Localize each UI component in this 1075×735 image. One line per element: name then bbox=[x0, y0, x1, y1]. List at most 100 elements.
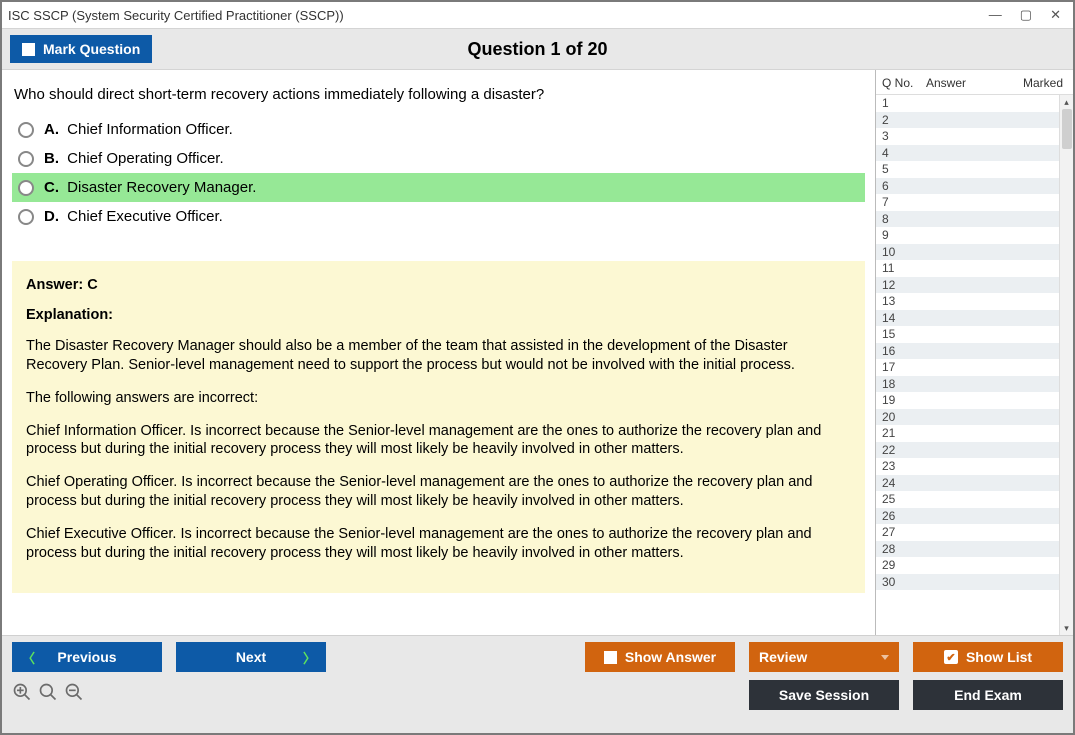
review-button[interactable]: Review bbox=[749, 642, 899, 672]
chevron-right-icon: 〉 bbox=[303, 648, 316, 667]
scroll-thumb[interactable] bbox=[1062, 109, 1072, 149]
question-list-row[interactable]: 6 bbox=[876, 178, 1059, 195]
previous-button[interactable]: 〈 Previous bbox=[12, 642, 162, 672]
next-label: Next bbox=[236, 649, 266, 665]
radio-icon bbox=[18, 180, 34, 196]
question-list-wrap: 1234567891011121314151617181920212223242… bbox=[876, 95, 1073, 635]
previous-label: Previous bbox=[57, 649, 116, 665]
show-list-check-icon: ✔ bbox=[944, 650, 958, 664]
question-list-row[interactable]: 30 bbox=[876, 574, 1059, 591]
question-list-row[interactable]: 15 bbox=[876, 326, 1059, 343]
window-title: ISC SSCP (System Security Certified Prac… bbox=[8, 8, 989, 23]
show-answer-checkbox-icon bbox=[604, 651, 617, 664]
question-list-row[interactable]: 21 bbox=[876, 425, 1059, 442]
show-list-button[interactable]: ✔ Show List bbox=[913, 642, 1063, 672]
question-list-row[interactable]: 17 bbox=[876, 359, 1059, 376]
question-list-row[interactable]: 14 bbox=[876, 310, 1059, 327]
option-row-B[interactable]: B. Chief Operating Officer. bbox=[12, 144, 865, 173]
col-qno: Q No. bbox=[882, 76, 926, 90]
maximize-icon[interactable]: ▢ bbox=[1020, 7, 1032, 23]
option-row-C[interactable]: C. Disaster Recovery Manager. bbox=[12, 173, 865, 202]
question-list[interactable]: 1234567891011121314151617181920212223242… bbox=[876, 95, 1059, 635]
mark-checkbox-icon bbox=[22, 43, 35, 56]
question-list-row[interactable]: 12 bbox=[876, 277, 1059, 294]
question-list-row[interactable]: 13 bbox=[876, 293, 1059, 310]
scroll-down-icon[interactable]: ▾ bbox=[1060, 621, 1073, 635]
question-list-row[interactable]: 28 bbox=[876, 541, 1059, 558]
answer-panel: Answer: C Explanation: The Disaster Reco… bbox=[12, 261, 865, 593]
question-list-row[interactable]: 4 bbox=[876, 145, 1059, 162]
review-label: Review bbox=[759, 649, 807, 665]
scrollbar[interactable]: ▴ ▾ bbox=[1059, 95, 1073, 635]
radio-icon bbox=[18, 209, 34, 225]
question-list-row[interactable]: 23 bbox=[876, 458, 1059, 475]
question-list-row[interactable]: 10 bbox=[876, 244, 1059, 261]
save-session-button[interactable]: Save Session bbox=[749, 680, 899, 710]
question-list-row[interactable]: 7 bbox=[876, 194, 1059, 211]
footer-row-2: Save Session End Exam bbox=[12, 680, 1063, 710]
radio-icon bbox=[18, 151, 34, 167]
dropdown-icon bbox=[881, 655, 889, 660]
main-panel: Who should direct short-term recovery ac… bbox=[2, 70, 875, 635]
radio-icon bbox=[18, 122, 34, 138]
explanation-label: Explanation: bbox=[26, 307, 851, 323]
show-list-label: Show List bbox=[966, 649, 1032, 665]
toolbar: Mark Question Question 1 of 20 bbox=[2, 28, 1073, 70]
question-list-row[interactable]: 20 bbox=[876, 409, 1059, 426]
question-text: Who should direct short-term recovery ac… bbox=[12, 80, 865, 115]
explanation-paragraph: The Disaster Recovery Manager should als… bbox=[26, 337, 851, 375]
save-session-label: Save Session bbox=[779, 687, 869, 703]
scroll-up-icon[interactable]: ▴ bbox=[1060, 95, 1073, 109]
end-exam-label: End Exam bbox=[954, 687, 1022, 703]
explanation-paragraph: Chief Executive Officer. Is incorrect be… bbox=[26, 525, 851, 563]
explanation-paragraph: Chief Operating Officer. Is incorrect be… bbox=[26, 473, 851, 511]
option-text: C. Disaster Recovery Manager. bbox=[44, 179, 256, 196]
question-list-panel: Q No. Answer Marked 12345678910111213141… bbox=[875, 70, 1073, 635]
minimize-icon[interactable]: — bbox=[989, 7, 1002, 23]
answer-line: Answer: C bbox=[26, 277, 851, 293]
question-list-row[interactable]: 24 bbox=[876, 475, 1059, 492]
chevron-left-icon: 〈 bbox=[22, 648, 35, 667]
footer-row-1: 〈 Previous Next 〉 Show Answer Review ✔ S… bbox=[12, 642, 1063, 672]
question-list-row[interactable]: 25 bbox=[876, 491, 1059, 508]
close-icon[interactable]: ✕ bbox=[1050, 7, 1061, 23]
option-text: B. Chief Operating Officer. bbox=[44, 150, 224, 167]
question-list-row[interactable]: 26 bbox=[876, 508, 1059, 525]
body: Who should direct short-term recovery ac… bbox=[2, 70, 1073, 635]
mark-question-label: Mark Question bbox=[43, 41, 140, 57]
explanation-body: The Disaster Recovery Manager should als… bbox=[26, 337, 851, 563]
question-list-row[interactable]: 11 bbox=[876, 260, 1059, 277]
next-button[interactable]: Next 〉 bbox=[176, 642, 326, 672]
question-list-row[interactable]: 16 bbox=[876, 343, 1059, 360]
explanation-paragraph: The following answers are incorrect: bbox=[26, 389, 851, 408]
question-list-row[interactable]: 3 bbox=[876, 128, 1059, 145]
zoom-in-icon[interactable] bbox=[12, 682, 32, 708]
question-list-row[interactable]: 2 bbox=[876, 112, 1059, 129]
question-counter-header: Question 1 of 20 bbox=[467, 39, 607, 60]
show-answer-label: Show Answer bbox=[625, 649, 716, 665]
mark-question-button[interactable]: Mark Question bbox=[10, 35, 152, 63]
question-list-row[interactable]: 18 bbox=[876, 376, 1059, 393]
question-list-row[interactable]: 27 bbox=[876, 524, 1059, 541]
col-answer: Answer bbox=[926, 76, 1013, 90]
question-list-row[interactable]: 9 bbox=[876, 227, 1059, 244]
question-list-header: Q No. Answer Marked bbox=[876, 70, 1073, 95]
question-list-row[interactable]: 29 bbox=[876, 557, 1059, 574]
window-controls: — ▢ ✕ bbox=[989, 7, 1067, 23]
question-list-row[interactable]: 8 bbox=[876, 211, 1059, 228]
options-list: A. Chief Information Officer. B. Chief Op… bbox=[12, 115, 865, 231]
end-exam-button[interactable]: End Exam bbox=[913, 680, 1063, 710]
zoom-reset-icon[interactable] bbox=[38, 682, 58, 708]
zoom-out-icon[interactable] bbox=[64, 682, 84, 708]
option-row-A[interactable]: A. Chief Information Officer. bbox=[12, 115, 865, 144]
option-text: A. Chief Information Officer. bbox=[44, 121, 233, 138]
option-row-D[interactable]: D. Chief Executive Officer. bbox=[12, 202, 865, 231]
question-list-row[interactable]: 19 bbox=[876, 392, 1059, 409]
question-list-row[interactable]: 22 bbox=[876, 442, 1059, 459]
question-list-row[interactable]: 5 bbox=[876, 161, 1059, 178]
show-answer-button[interactable]: Show Answer bbox=[585, 642, 735, 672]
app-window: ISC SSCP (System Security Certified Prac… bbox=[0, 0, 1075, 735]
explanation-paragraph: Chief Information Officer. Is incorrect … bbox=[26, 422, 851, 460]
question-list-row[interactable]: 1 bbox=[876, 95, 1059, 112]
zoom-controls bbox=[12, 682, 84, 708]
